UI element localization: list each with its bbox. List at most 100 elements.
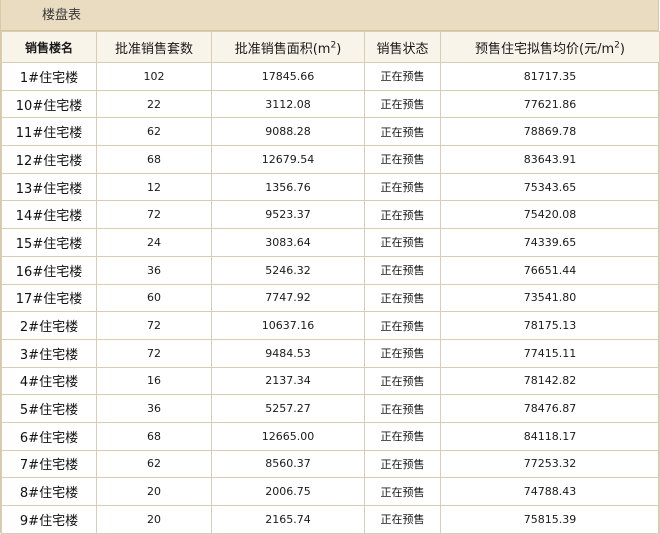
cell-area: 5246.32 bbox=[211, 255, 365, 285]
table-row: 15#住宅楼 24 3083.64 正在预售 74339.65 bbox=[1, 228, 660, 257]
cell-area: 9523.37 bbox=[211, 200, 365, 230]
cell-area: 2165.74 bbox=[211, 505, 365, 534]
cell-area: 17845.66 bbox=[211, 62, 365, 91]
cell-area: 2006.75 bbox=[211, 477, 365, 506]
table-row: 5#住宅楼 36 5257.27 正在预售 78476.87 bbox=[1, 394, 660, 423]
cell-status: 正在预售 bbox=[364, 200, 441, 230]
cell-building: 16#住宅楼 bbox=[1, 255, 97, 285]
cell-units: 102 bbox=[96, 62, 212, 91]
cell-area: 12665.00 bbox=[211, 421, 365, 451]
cell-building: 13#住宅楼 bbox=[1, 172, 97, 202]
cell-price: 78175.13 bbox=[440, 311, 660, 340]
cell-status: 正在预售 bbox=[364, 421, 441, 451]
cell-price: 73541.80 bbox=[440, 283, 660, 313]
cell-units: 72 bbox=[96, 200, 212, 230]
cell-price: 77621.86 bbox=[440, 89, 660, 119]
table-row: 7#住宅楼 62 8560.37 正在预售 77253.32 bbox=[1, 449, 660, 479]
cell-price: 74788.43 bbox=[440, 477, 660, 506]
column-header-area-close: ) bbox=[336, 41, 342, 57]
cell-building: 2#住宅楼 bbox=[1, 311, 97, 340]
cell-status: 正在预售 bbox=[364, 366, 441, 396]
cell-units: 62 bbox=[96, 449, 212, 479]
cell-building: 17#住宅楼 bbox=[1, 283, 97, 313]
cell-price: 84118.17 bbox=[440, 421, 660, 451]
cell-price: 77415.11 bbox=[440, 338, 660, 368]
cell-units: 36 bbox=[96, 394, 212, 423]
cell-building: 12#住宅楼 bbox=[1, 145, 97, 174]
cell-status: 正在预售 bbox=[364, 117, 441, 147]
table-row: 16#住宅楼 36 5246.32 正在预售 76651.44 bbox=[1, 255, 660, 285]
cell-units: 12 bbox=[96, 172, 212, 202]
building-sales-table: 销售楼名 批准销售套数 批准销售面积(m2) 销售状态 预售住宅拟售均价(元/m… bbox=[1, 31, 660, 534]
cell-price: 77253.32 bbox=[440, 449, 660, 479]
cell-status: 正在预售 bbox=[364, 505, 441, 534]
table-row: 1#住宅楼 102 17845.66 正在预售 81717.35 bbox=[1, 62, 660, 91]
cell-units: 60 bbox=[96, 283, 212, 313]
cell-price: 78869.78 bbox=[440, 117, 660, 147]
cell-units: 16 bbox=[96, 366, 212, 396]
cell-building: 10#住宅楼 bbox=[1, 89, 97, 119]
column-header-price-text: 预售住宅拟售均价(元/m bbox=[475, 41, 615, 57]
cell-units: 72 bbox=[96, 311, 212, 340]
cell-units: 36 bbox=[96, 255, 212, 285]
cell-building: 1#住宅楼 bbox=[1, 62, 97, 91]
cell-status: 正在预售 bbox=[364, 145, 441, 174]
cell-area: 7747.92 bbox=[211, 283, 365, 313]
column-header-area-text: 批准销售面积(m bbox=[234, 41, 331, 57]
cell-units: 62 bbox=[96, 117, 212, 147]
column-header-area: 批准销售面积(m2) bbox=[211, 31, 365, 63]
cell-area: 9088.28 bbox=[211, 117, 365, 147]
cell-status: 正在预售 bbox=[364, 228, 441, 257]
cell-status: 正在预售 bbox=[364, 283, 441, 313]
cell-price: 76651.44 bbox=[440, 255, 660, 285]
cell-status: 正在预售 bbox=[364, 311, 441, 340]
cell-price: 75343.65 bbox=[440, 172, 660, 202]
cell-area: 12679.54 bbox=[211, 145, 365, 174]
table-row: 6#住宅楼 68 12665.00 正在预售 84118.17 bbox=[1, 421, 660, 451]
cell-status: 正在预售 bbox=[364, 394, 441, 423]
table-row: 10#住宅楼 22 3112.08 正在预售 77621.86 bbox=[1, 89, 660, 119]
cell-price: 83643.91 bbox=[440, 145, 660, 174]
cell-units: 22 bbox=[96, 89, 212, 119]
cell-units: 20 bbox=[96, 505, 212, 534]
cell-area: 5257.27 bbox=[211, 394, 365, 423]
cell-units: 68 bbox=[96, 145, 212, 174]
cell-units: 20 bbox=[96, 477, 212, 506]
table-row: 12#住宅楼 68 12679.54 正在预售 83643.91 bbox=[1, 145, 660, 174]
cell-units: 68 bbox=[96, 421, 212, 451]
table-row: 17#住宅楼 60 7747.92 正在预售 73541.80 bbox=[1, 283, 660, 313]
table-body: 1#住宅楼 102 17845.66 正在预售 81717.35 10#住宅楼 22 3112… bbox=[1, 62, 660, 534]
cell-building: 15#住宅楼 bbox=[1, 228, 97, 257]
table-row: 11#住宅楼 62 9088.28 正在预售 78869.78 bbox=[1, 117, 660, 147]
cell-price: 78476.87 bbox=[440, 394, 660, 423]
cell-area: 3083.64 bbox=[211, 228, 365, 257]
cell-status: 正在预售 bbox=[364, 62, 441, 91]
table-row: 13#住宅楼 12 1356.76 正在预售 75343.65 bbox=[1, 172, 660, 202]
cell-units: 72 bbox=[96, 338, 212, 368]
column-header-price-close: ) bbox=[619, 41, 625, 57]
cell-area: 1356.76 bbox=[211, 172, 365, 202]
cell-price: 78142.82 bbox=[440, 366, 660, 396]
cell-price: 75420.08 bbox=[440, 200, 660, 230]
cell-building: 11#住宅楼 bbox=[1, 117, 97, 147]
cell-status: 正在预售 bbox=[364, 172, 441, 202]
table-row: 3#住宅楼 72 9484.53 正在预售 77415.11 bbox=[1, 338, 660, 368]
cell-area: 10637.16 bbox=[211, 311, 365, 340]
building-list-panel: 楼盘表 销售楼名 批准销售套数 批准销售面积(m2) 销售状态 预售住宅拟售均价… bbox=[0, 0, 660, 534]
cell-area: 2137.34 bbox=[211, 366, 365, 396]
cell-building: 9#住宅楼 bbox=[1, 505, 97, 534]
column-header-status: 销售状态 bbox=[364, 31, 441, 63]
cell-area: 9484.53 bbox=[211, 338, 365, 368]
cell-area: 8560.37 bbox=[211, 449, 365, 479]
panel-title: 楼盘表 bbox=[1, 0, 658, 31]
column-header-units: 批准销售套数 bbox=[96, 31, 212, 63]
cell-building: 8#住宅楼 bbox=[1, 477, 97, 506]
cell-price: 81717.35 bbox=[440, 62, 660, 91]
table-row: 9#住宅楼 20 2165.74 正在预售 75815.39 bbox=[1, 505, 660, 534]
table-row: 4#住宅楼 16 2137.34 正在预售 78142.82 bbox=[1, 366, 660, 396]
column-header-price: 预售住宅拟售均价(元/m2) bbox=[440, 31, 660, 63]
table-row: 14#住宅楼 72 9523.37 正在预售 75420.08 bbox=[1, 200, 660, 230]
cell-price: 75815.39 bbox=[440, 505, 660, 534]
column-header-building: 销售楼名 bbox=[1, 31, 97, 63]
table-row: 2#住宅楼 72 10637.16 正在预售 78175.13 bbox=[1, 311, 660, 340]
